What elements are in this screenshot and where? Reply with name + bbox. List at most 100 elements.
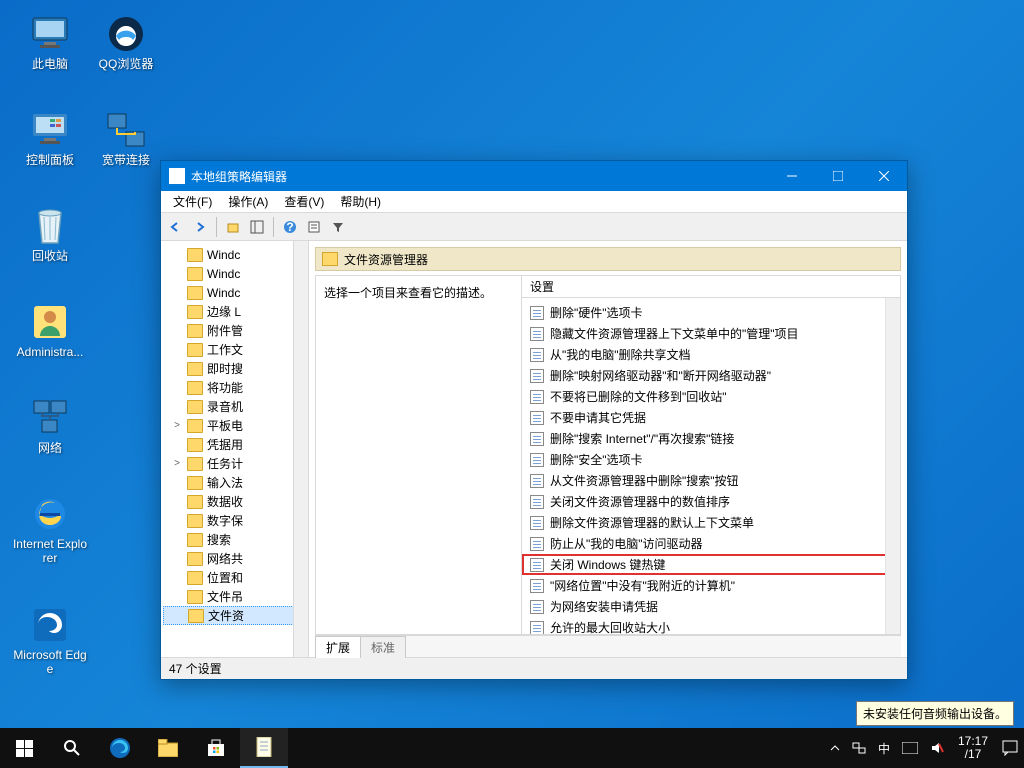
desktop-icon-user[interactable]: Administra... bbox=[12, 302, 88, 359]
back-button[interactable] bbox=[165, 216, 187, 238]
expand-icon[interactable]: > bbox=[171, 420, 183, 431]
tree-item[interactable]: 将功能 bbox=[163, 378, 308, 397]
setting-item[interactable]: 允许的最大回收站大小 bbox=[522, 617, 900, 634]
show-hide-tree-button[interactable] bbox=[246, 216, 268, 238]
setting-item[interactable]: 从文件资源管理器中删除"搜索"按钮 bbox=[522, 470, 900, 491]
desktop-icon-nw[interactable]: 网络 bbox=[12, 398, 88, 455]
setting-item[interactable]: 不要将已删除的文件移到"回收站" bbox=[522, 386, 900, 407]
tree-item[interactable]: 网络共 bbox=[163, 549, 308, 568]
tray-chevron-icon[interactable] bbox=[824, 728, 846, 768]
desktop-icon-bin[interactable]: 回收站 bbox=[12, 206, 88, 263]
list-body[interactable]: 删除"硬件"选项卡隐藏文件资源管理器上下文菜单中的"管理"项目从"我的电脑"删除… bbox=[522, 298, 900, 634]
desktop-icon-label: 此电脑 bbox=[12, 57, 88, 71]
audio-tooltip: 未安装任何音频输出设备。 bbox=[856, 701, 1014, 726]
policy-icon bbox=[530, 411, 544, 425]
desktop-icon-net[interactable]: 宽带连接 bbox=[88, 110, 164, 167]
tree-item-label: 数据收 bbox=[207, 493, 243, 510]
policy-icon bbox=[530, 600, 544, 614]
setting-label: 删除文件资源管理器的默认上下文菜单 bbox=[550, 514, 754, 531]
tree-item[interactable]: 即时搜 bbox=[163, 359, 308, 378]
tree-item[interactable]: 附件管 bbox=[163, 321, 308, 340]
setting-item[interactable]: 关闭文件资源管理器中的数值排序 bbox=[522, 491, 900, 512]
tree-pane[interactable]: WindcWindcWindc边缘 L附件管工作文即时搜将功能录音机>平板电凭据… bbox=[161, 241, 309, 657]
tree-item[interactable]: 边缘 L bbox=[163, 302, 308, 321]
desktop-icon-pc[interactable]: 此电脑 bbox=[12, 14, 88, 71]
setting-item[interactable]: "网络位置"中没有"我附近的计算机" bbox=[522, 575, 900, 596]
tray-ime-icon[interactable]: 中 bbox=[872, 728, 896, 768]
desktop-icon-qq[interactable]: QQ浏览器 bbox=[88, 14, 164, 71]
menu-view[interactable]: 查看(V) bbox=[276, 191, 332, 212]
tree-item-label: 网络共 bbox=[207, 550, 243, 567]
tray-volume-icon[interactable] bbox=[924, 728, 950, 768]
desktop-icon-edge[interactable]: Microsoft Edge bbox=[12, 605, 88, 676]
setting-item[interactable]: 删除"安全"选项卡 bbox=[522, 449, 900, 470]
menu-file[interactable]: 文件(F) bbox=[165, 191, 220, 212]
tree-item[interactable]: 录音机 bbox=[163, 397, 308, 416]
tree-item[interactable]: 文件资 bbox=[163, 606, 308, 625]
filter-button[interactable] bbox=[327, 216, 349, 238]
setting-item[interactable]: 为网络安装申请凭据 bbox=[522, 596, 900, 617]
desktop-icon-label: QQ浏览器 bbox=[88, 57, 164, 71]
tree-item[interactable]: 搜索 bbox=[163, 530, 308, 549]
tab-standard[interactable]: 标准 bbox=[360, 636, 406, 658]
tree-item[interactable]: >平板电 bbox=[163, 416, 308, 435]
tree-item[interactable]: 数据收 bbox=[163, 492, 308, 511]
tree-item[interactable]: 凭据用 bbox=[163, 435, 308, 454]
taskbar-edge[interactable] bbox=[96, 728, 144, 768]
tray-keyboard-icon[interactable] bbox=[896, 728, 924, 768]
desktop-icon-cp[interactable]: 控制面板 bbox=[12, 110, 88, 167]
setting-item[interactable]: 隐藏文件资源管理器上下文菜单中的"管理"项目 bbox=[522, 323, 900, 344]
taskbar-gpedit[interactable] bbox=[240, 728, 288, 768]
menu-help[interactable]: 帮助(H) bbox=[332, 191, 389, 212]
tree-item[interactable]: 数字保 bbox=[163, 511, 308, 530]
close-button[interactable] bbox=[861, 161, 907, 191]
start-button[interactable] bbox=[0, 728, 48, 768]
tree-item[interactable]: Windc bbox=[163, 245, 308, 264]
tray-network-icon[interactable] bbox=[846, 728, 872, 768]
clock-date: /17 bbox=[958, 748, 988, 761]
svg-text:?: ? bbox=[286, 220, 293, 234]
search-button[interactable] bbox=[48, 728, 96, 768]
minimize-button[interactable] bbox=[769, 161, 815, 191]
maximize-button[interactable] bbox=[815, 161, 861, 191]
list-header[interactable]: 设置 bbox=[522, 276, 900, 298]
tab-extended[interactable]: 扩展 bbox=[315, 636, 361, 658]
tree-item[interactable]: 文件吊 bbox=[163, 587, 308, 606]
tree-item[interactable]: 工作文 bbox=[163, 340, 308, 359]
desktop[interactable]: 此电脑QQ浏览器控制面板宽带连接回收站 Administra... 网络 Intern… bbox=[0, 0, 1024, 768]
setting-item[interactable]: 删除"硬件"选项卡 bbox=[522, 302, 900, 323]
up-button[interactable] bbox=[222, 216, 244, 238]
help-button[interactable]: ? bbox=[279, 216, 301, 238]
tree-item[interactable]: Windc bbox=[163, 264, 308, 283]
setting-item[interactable]: 不要申请其它凭据 bbox=[522, 407, 900, 428]
setting-item[interactable]: 删除文件资源管理器的默认上下文菜单 bbox=[522, 512, 900, 533]
folder-icon bbox=[187, 590, 203, 604]
menu-action[interactable]: 操作(A) bbox=[220, 191, 276, 212]
taskbar-explorer[interactable] bbox=[144, 728, 192, 768]
policy-icon bbox=[530, 390, 544, 404]
tree-item-label: 凭据用 bbox=[207, 436, 243, 453]
setting-item[interactable]: 防止从"我的电脑"访问驱动器 bbox=[522, 533, 900, 554]
tree-item[interactable]: 位置和 bbox=[163, 568, 308, 587]
tray-notifications-icon[interactable] bbox=[996, 728, 1024, 768]
tree-item[interactable]: 输入法 bbox=[163, 473, 308, 492]
tray-clock[interactable]: 17:17 /17 bbox=[950, 735, 996, 761]
properties-button[interactable] bbox=[303, 216, 325, 238]
tree-item[interactable]: >任务计 bbox=[163, 454, 308, 473]
desktop-icon-ie[interactable]: Internet Explorer bbox=[12, 494, 88, 565]
titlebar[interactable]: 本地组策略编辑器 bbox=[161, 161, 907, 191]
expand-icon[interactable]: > bbox=[171, 458, 183, 469]
list-scrollbar-thumb[interactable] bbox=[888, 302, 898, 462]
taskbar-store[interactable] bbox=[192, 728, 240, 768]
setting-item[interactable]: 删除"搜索 Internet"/"再次搜索"链接 bbox=[522, 428, 900, 449]
tree-item[interactable]: Windc bbox=[163, 283, 308, 302]
forward-button[interactable] bbox=[189, 216, 211, 238]
taskbar[interactable]: 中 17:17 /17 bbox=[0, 728, 1024, 768]
setting-item[interactable]: 关闭 Windows 键热键 bbox=[522, 554, 900, 575]
tree-scrollbar-thumb[interactable] bbox=[296, 247, 306, 293]
gpedit-window: 本地组策略编辑器 文件(F) 操作(A) 查看(V) 帮助(H) ? Windc… bbox=[160, 160, 908, 680]
setting-item[interactable]: 从"我的电脑"删除共享文档 bbox=[522, 344, 900, 365]
cp-icon bbox=[30, 110, 70, 150]
setting-item[interactable]: 删除"映射网络驱动器"和"断开网络驱动器" bbox=[522, 365, 900, 386]
folder-icon bbox=[187, 476, 203, 490]
